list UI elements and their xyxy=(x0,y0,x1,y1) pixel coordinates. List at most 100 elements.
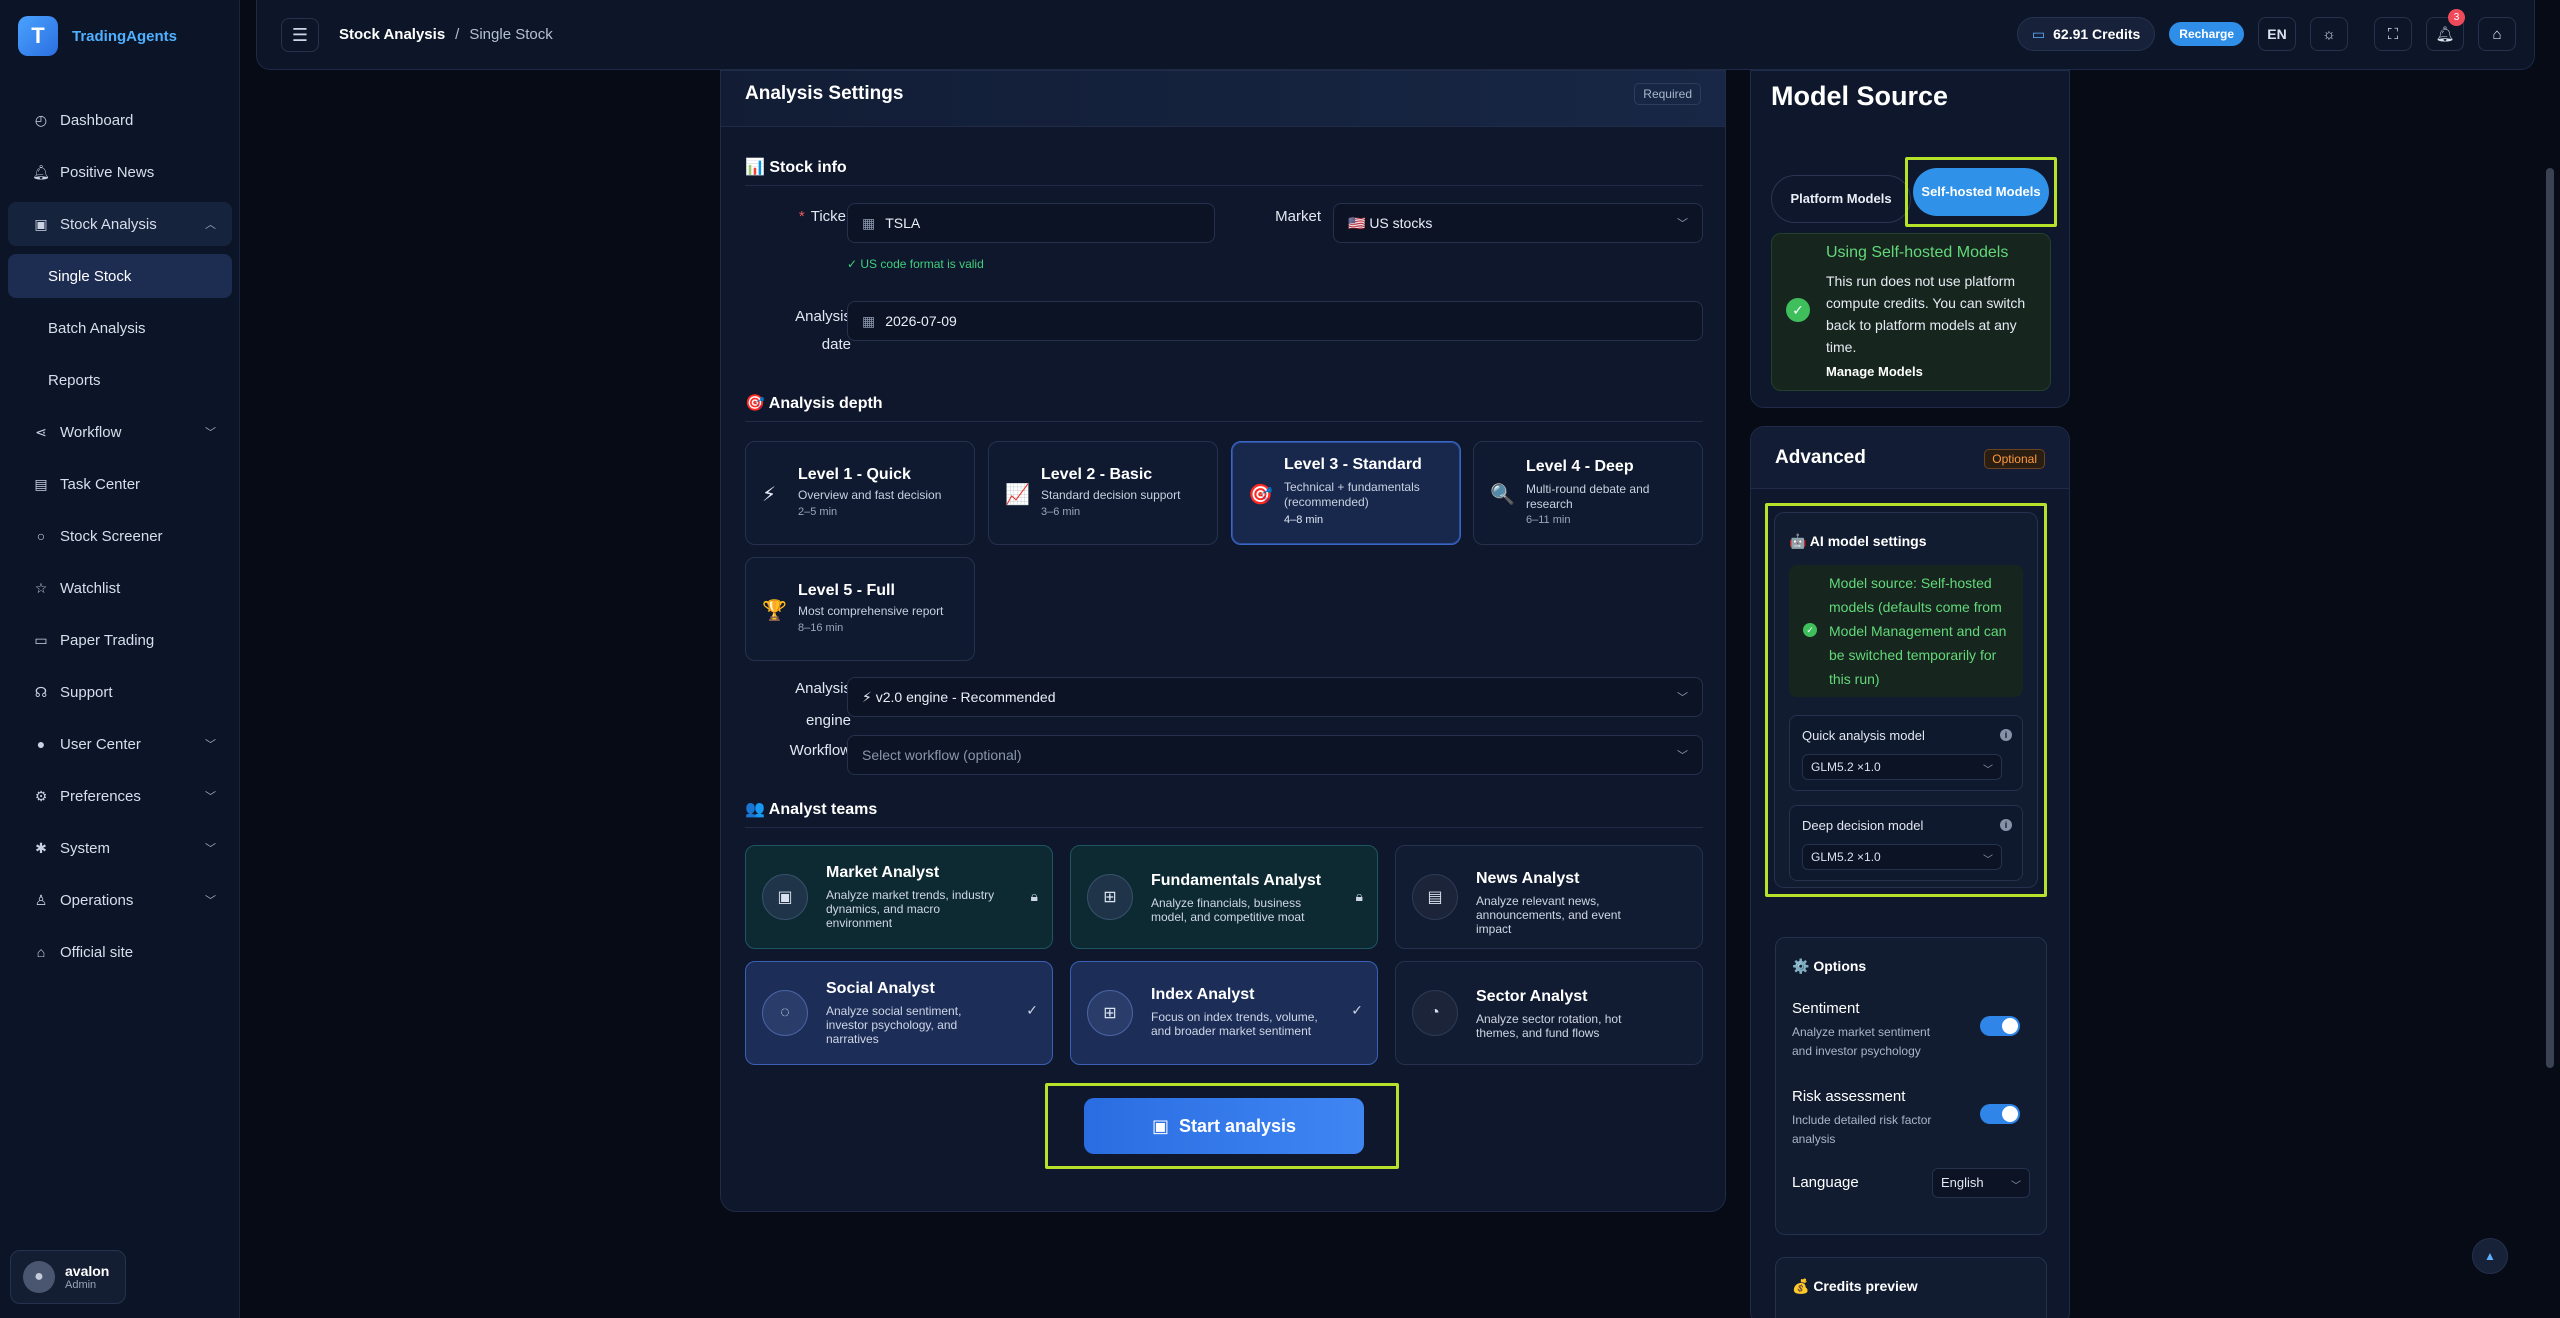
depth-level-3[interactable]: 🎯 Level 3 - Standard Technical + fundame… xyxy=(1231,441,1461,545)
sidebar-item-label: Watchlist xyxy=(60,579,121,597)
back-to-top-button[interactable]: ▲ xyxy=(2472,1238,2508,1274)
self-hosted-info-title: Using Self-hosted Models xyxy=(1826,244,2009,261)
check-icon: ✓ xyxy=(1026,1002,1038,1018)
workflow-select[interactable]: Select workflow (optional) ﹀ xyxy=(847,735,1703,775)
sentiment-label: Sentiment xyxy=(1792,1000,1860,1017)
team-sector-analyst[interactable]: ◔ Sector Analyst Analyze sector rotation… xyxy=(1395,961,1703,1065)
team-title: Index Analyst xyxy=(1151,986,1255,1003)
quick-model-value: GLM5.2 ×1.0 xyxy=(1811,760,1881,774)
depth-level-2[interactable]: 📈 Level 2 - Basic Standard decision supp… xyxy=(988,441,1218,545)
team-title: News Analyst xyxy=(1476,870,1580,887)
sidebar-item-user-center[interactable]: ● User Center ﹀ xyxy=(8,722,232,766)
team-index-analyst[interactable]: ⊞ Index Analyst Focus on index trends, v… xyxy=(1070,961,1378,1065)
info-icon[interactable]: i xyxy=(2000,729,2012,741)
model-source-title: Model Source xyxy=(1771,81,1949,111)
sidebar-item-single-stock[interactable]: Single Stock xyxy=(8,254,232,298)
headset-icon: ☊ xyxy=(34,683,48,700)
notifications-button[interactable]: 🔔︎ 3 xyxy=(2426,9,2465,51)
sidebar-item-official-site[interactable]: ⌂ Official site xyxy=(8,930,232,974)
info-icon[interactable]: i xyxy=(2000,819,2012,831)
chevron-down-icon: ﹀ xyxy=(1677,692,1688,704)
sentiment-option: Sentiment Analyze market sentiment and i… xyxy=(1792,1000,2036,1061)
optional-tag: Optional xyxy=(1984,449,2045,469)
bolt-icon: ⚡ xyxy=(762,484,777,506)
team-fundamentals-analyst[interactable]: ⊞ Fundamentals Analyst Analyze financial… xyxy=(1070,845,1378,949)
risk-desc: Include detailed risk factor analysis xyxy=(1792,1113,1932,1146)
depth-level-4[interactable]: 🔍 Level 4 - Deep Multi-round debate and … xyxy=(1473,441,1703,545)
language-value: English xyxy=(1941,1175,1984,1190)
options-title: ⚙️ Options xyxy=(1792,958,1867,974)
quick-model-label: Quick analysis model xyxy=(1802,728,1925,743)
chevron-down-icon: ﹀ xyxy=(1677,218,1688,230)
start-analysis-button[interactable]: ▣ Start analysis xyxy=(1084,1098,1364,1154)
brand[interactable]: T TradingAgents xyxy=(18,16,177,56)
wallet-icon: ▭ xyxy=(2031,25,2046,42)
sidebar-item-workflow[interactable]: ⋖ Workflow ﹀ xyxy=(8,410,232,454)
user-card[interactable]: ● avalon Admin xyxy=(10,1250,126,1304)
team-news-analyst[interactable]: ▤ News Analyst Analyze relevant news, an… xyxy=(1395,845,1703,949)
theme-toggle-button[interactable]: ☼ xyxy=(2310,17,2348,51)
depth-desc: Overview and fast decision xyxy=(798,488,942,502)
depth-desc: Standard decision support xyxy=(1041,488,1181,502)
sidebar-item-stock-analysis[interactable]: ▣ Stock Analysis ︿ xyxy=(8,202,232,246)
chevron-down-icon: ﹀ xyxy=(2011,1181,2021,1192)
risk-toggle[interactable] xyxy=(1980,1104,2020,1124)
home-button[interactable]: ⌂ xyxy=(2478,17,2516,51)
engine-select[interactable]: ⚡ v2.0 engine - Recommended ﹀ xyxy=(847,677,1703,717)
gear-icon: ⚙ xyxy=(34,787,48,804)
workflow-label: Workflow xyxy=(789,742,851,759)
depth-title: Level 2 - Basic xyxy=(1041,466,1153,483)
target-icon: 🎯 xyxy=(1248,484,1273,506)
depth-level-5[interactable]: 🏆 Level 5 - Full Most comprehensive repo… xyxy=(745,557,975,661)
page-scrollbar[interactable] xyxy=(2546,168,2554,1068)
presentation-icon: ⊞ xyxy=(1087,990,1133,1036)
sun-icon: ☼ xyxy=(2322,25,2336,43)
chart-up-icon: 📈 xyxy=(1005,484,1030,506)
menu-toggle-button[interactable]: ☰ xyxy=(281,18,319,52)
search-icon: ○ xyxy=(36,528,46,544)
sidebar-item-paper-trading[interactable]: ▭ Paper Trading xyxy=(8,618,232,662)
lock-icon: 🔒︎ xyxy=(1030,888,1038,904)
sidebar-item-positive-news[interactable]: 🔔︎ Positive News xyxy=(8,150,232,194)
list-icon: ▤ xyxy=(34,475,48,492)
sidebar-item-system[interactable]: ✱ System ﹀ xyxy=(8,826,232,870)
credits-balance[interactable]: ▭ 62.91 Credits xyxy=(2016,17,2156,51)
fullscreen-button[interactable]: ⛶ xyxy=(2374,17,2412,51)
language-select[interactable]: English ﹀ xyxy=(1932,1168,2030,1198)
recharge-button[interactable]: Recharge xyxy=(2169,22,2244,46)
manage-models-link[interactable]: Manage Models xyxy=(1826,364,1923,379)
chevron-down-icon: ﹀ xyxy=(1983,855,1993,866)
quick-model-select[interactable]: GLM5.2 ×1.0 ﹀ xyxy=(1802,754,2002,780)
deep-model-select[interactable]: GLM5.2 ×1.0 ﹀ xyxy=(1802,844,2002,870)
user-name: avalon xyxy=(65,1263,110,1279)
user-role: Admin xyxy=(65,1279,97,1291)
depth-level-1[interactable]: ⚡ Level 1 - Quick Overview and fast deci… xyxy=(745,441,975,545)
brand-name: TradingAgents xyxy=(72,27,178,45)
ticker-input[interactable]: ▦ TSLA xyxy=(847,203,1215,243)
team-social-analyst[interactable]: ◌ Social Analyst Analyze social sentimen… xyxy=(745,961,1053,1065)
depth-desc: Most comprehensive report xyxy=(798,604,944,618)
sidebar-item-support[interactable]: ☊ Support xyxy=(8,670,232,714)
team-desc: Analyze market trends, industry dynamics… xyxy=(826,888,995,930)
team-market-analyst[interactable]: ▣ Market Analyst Analyze market trends, … xyxy=(745,845,1053,949)
chevron-up-icon: ︿ xyxy=(205,219,216,231)
self-hosted-models-button[interactable]: Self-hosted Models xyxy=(1913,168,2049,216)
sidebar-item-stock-screener[interactable]: ○ Stock Screener xyxy=(8,514,232,558)
market-select[interactable]: 🇺🇸 US stocks ﹀ xyxy=(1333,203,1703,243)
sidebar-item-watchlist[interactable]: ☆ Watchlist xyxy=(8,566,232,610)
sidebar-item-preferences[interactable]: ⚙ Preferences ﹀ xyxy=(8,774,232,818)
sidebar-item-task-center[interactable]: ▤ Task Center xyxy=(8,462,232,506)
breadcrumb-section[interactable]: Stock Analysis xyxy=(339,26,445,43)
sidebar-item-label: Preferences xyxy=(60,787,141,805)
date-input[interactable]: ▦ 2026-07-09 xyxy=(847,301,1703,341)
sidebar-item-operations[interactable]: ♙ Operations ﹀ xyxy=(8,878,232,922)
depth-time: 2–5 min xyxy=(798,506,838,518)
sidebar-item-reports[interactable]: Reports xyxy=(8,358,232,402)
sidebar-item-dashboard[interactable]: ◴ Dashboard xyxy=(8,98,232,142)
language-button[interactable]: EN xyxy=(2258,17,2296,51)
platform-models-button[interactable]: Platform Models xyxy=(1771,175,1911,223)
sidebar-item-batch-analysis[interactable]: Batch Analysis xyxy=(8,306,232,350)
ai-model-settings: 🤖 AI model settings ✓ Model source: Self… xyxy=(1774,512,2038,888)
sentiment-toggle[interactable] xyxy=(1980,1016,2020,1036)
avatar: ● xyxy=(23,1261,55,1293)
